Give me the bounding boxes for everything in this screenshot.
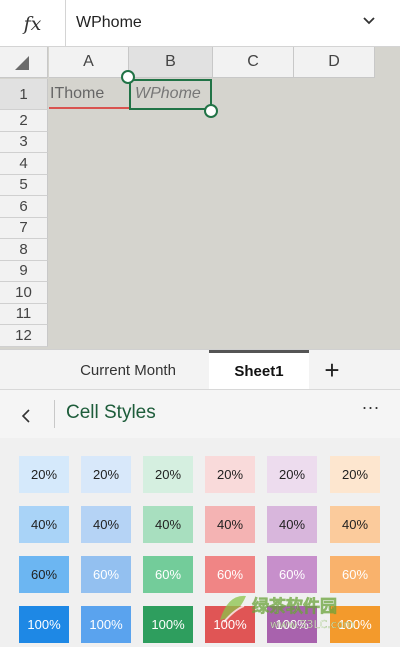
watermark-url: www.33LC.com xyxy=(270,618,354,631)
column-header-d[interactable]: D xyxy=(294,47,375,78)
fx-button[interactable]: fx xyxy=(0,0,66,47)
cell-style-swatch[interactable]: 100% xyxy=(81,606,131,643)
cell-style-swatch[interactable]: 40% xyxy=(143,506,193,543)
row-header-10[interactable]: 10 xyxy=(0,282,48,304)
divider xyxy=(54,400,55,428)
back-button[interactable] xyxy=(12,402,40,430)
row-header-11[interactable]: 11 xyxy=(0,303,48,325)
more-options-icon[interactable]: ... xyxy=(362,393,380,414)
cell-style-swatch[interactable]: 40% xyxy=(19,506,69,543)
row-header-7[interactable]: 7 xyxy=(0,217,48,239)
cell-style-swatch[interactable]: 20% xyxy=(205,456,255,493)
column-header-c[interactable]: C xyxy=(213,47,294,78)
formula-input[interactable]: WPhome xyxy=(76,14,142,32)
cell-style-swatch[interactable]: 100% xyxy=(143,606,193,643)
add-sheet-button[interactable]: + xyxy=(315,350,349,390)
cell-style-swatch[interactable]: 60% xyxy=(81,556,131,593)
cell-style-swatch[interactable]: 60% xyxy=(143,556,193,593)
cell-style-swatch[interactable]: 20% xyxy=(19,456,69,493)
chevron-left-icon xyxy=(21,409,30,423)
selection-handle-top-left[interactable] xyxy=(121,70,135,84)
column-header-a[interactable]: A xyxy=(49,47,129,78)
panel-header: Cell Styles ... xyxy=(0,390,400,438)
cell-style-swatch[interactable]: 40% xyxy=(330,506,380,543)
watermark-logo: 绿茶软件园 www.33LC.com xyxy=(220,596,354,631)
select-all-corner[interactable] xyxy=(0,47,48,78)
cell-style-swatch[interactable]: 20% xyxy=(267,456,317,493)
cell-style-swatch[interactable]: 100% xyxy=(19,606,69,643)
row-header-3[interactable]: 3 xyxy=(0,131,48,153)
row-header-9[interactable]: 9 xyxy=(0,260,48,282)
cell-a1[interactable]: IThome xyxy=(49,79,129,109)
tab-sheet1[interactable]: Sheet1 xyxy=(209,350,309,390)
sheet-tabs-bar: Current Month Sheet1 + xyxy=(0,349,400,390)
watermark-text: 绿茶软件园 xyxy=(252,596,337,617)
row-header-12[interactable]: 12 xyxy=(0,325,48,347)
cell-style-swatch[interactable]: 20% xyxy=(143,456,193,493)
panel-title: Cell Styles xyxy=(66,402,156,423)
selection-handle-bottom-right[interactable] xyxy=(204,104,218,118)
row-header-5[interactable]: 5 xyxy=(0,174,48,196)
cell-b1[interactable]: WPhome xyxy=(129,79,212,110)
cell-style-swatch[interactable]: 40% xyxy=(267,506,317,543)
cell-style-swatch[interactable]: 20% xyxy=(81,456,131,493)
cell-style-swatch[interactable]: 40% xyxy=(205,506,255,543)
row-header-2[interactable]: 2 xyxy=(0,110,48,132)
cell-style-swatch[interactable]: 40% xyxy=(81,506,131,543)
row-header-4[interactable]: 4 xyxy=(0,153,48,175)
spreadsheet-grid[interactable]: ABCD 1 2 3 4 5 6 7 8 9 10 11 12 IThome WPhome xyxy=(0,47,400,349)
row-header-6[interactable]: 6 xyxy=(0,196,48,218)
column-header-b[interactable]: B xyxy=(129,47,213,78)
row-header-8[interactable]: 8 xyxy=(0,239,48,261)
cell-style-swatch[interactable]: 20% xyxy=(330,456,380,493)
row-header-1[interactable]: 1 xyxy=(0,79,48,110)
select-all-icon xyxy=(15,56,29,70)
chevron-down-icon[interactable] xyxy=(362,14,376,28)
cell-style-swatch[interactable]: 60% xyxy=(19,556,69,593)
tab-current-month[interactable]: Current Month xyxy=(48,350,208,390)
formula-bar: fx WPhome xyxy=(0,0,400,47)
